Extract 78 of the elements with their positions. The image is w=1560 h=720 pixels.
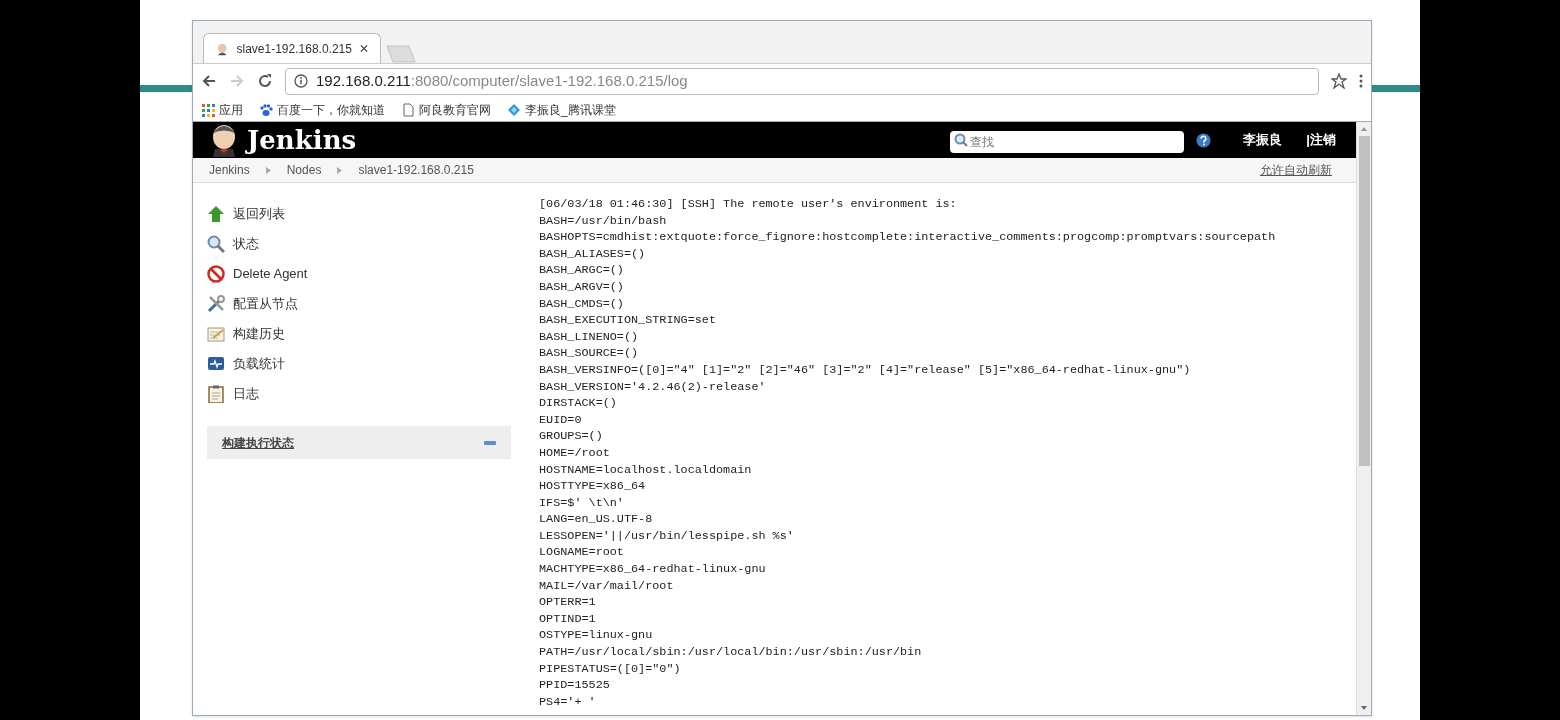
breadcrumb-link[interactable]: slave1-192.168.0.215	[358, 161, 474, 179]
no-entry-icon	[207, 265, 225, 283]
sidebar-link[interactable]: 状态	[207, 229, 523, 259]
scroll-down-icon[interactable]	[1360, 705, 1368, 711]
browser-tab[interactable]: slave1-192.168.0.215	[203, 33, 381, 63]
sidebar-link[interactable]: 配置从节点	[207, 289, 523, 319]
breadcrumb-link[interactable]: Nodes	[286, 161, 322, 179]
sidebar-link[interactable]: 负载统计	[207, 349, 523, 379]
log-line: DIRSTACK=()	[539, 395, 618, 412]
search-icon	[954, 133, 969, 147]
sidebar-link[interactable]: 日志	[207, 379, 523, 409]
log-line: BASH_LINENO=()	[539, 328, 640, 346]
log-line: HOSTTYPE=x86_64	[539, 478, 647, 495]
log-line: IFS=$' \t\n'	[539, 494, 625, 512]
apps-grid-icon	[201, 102, 215, 117]
log-line: HOSTNAME=localhost.localdomain	[539, 461, 753, 479]
star-icon[interactable]	[1331, 73, 1347, 89]
log-line: BASH_VERSION='4.2.46(2)-release'	[539, 378, 767, 396]
log-line: GROUPS=()	[539, 428, 604, 445]
paw-icon	[259, 102, 273, 117]
log-line: LANG=en_US.UTF-8	[539, 511, 654, 528]
butler-favicon-icon	[216, 41, 229, 56]
log-line: BASH_SOURCE=()	[539, 345, 640, 362]
back-icon[interactable]	[201, 73, 217, 89]
chevron-icon	[265, 166, 271, 174]
user-link[interactable]: 李振良	[1243, 130, 1283, 150]
bookmark-link[interactable]: 李振良_腾讯课堂	[507, 100, 616, 119]
sidebar-link[interactable]: Delete Agent	[207, 259, 523, 289]
log-line: PPID=15525	[539, 677, 611, 694]
log-line: OPTIND=1	[539, 610, 597, 628]
search-field[interactable]: 查找	[950, 131, 1185, 153]
log-line: BASH_ARGV=()	[539, 278, 625, 296]
log-line: BASHOPTS=cmdhist:extquote:force_fignore:hostcomplete:interactive_comments:progcomp:promptvars:sourcepath	[539, 229, 1276, 246]
monitor-icon	[207, 355, 225, 373]
logout-link[interactable]: |注销	[1306, 130, 1336, 150]
log-line: PS4='+ '	[539, 693, 597, 711]
log-line: HOME=/root	[539, 444, 611, 462]
log-line: PIPESTATUS=([0]="0")	[539, 660, 682, 678]
collapse-icon[interactable]	[484, 439, 496, 446]
log-line: BASH_VERSINFO=([0]="4" [1]="2" [2]="46" [3]="2" [4]="release" [5]="x86_64-redhat-linux-gnu")	[539, 361, 1192, 379]
magnifier-icon	[207, 235, 225, 253]
log-line: [06/03/18 01:46:30] [SSH] The remote user's environment is:	[539, 196, 958, 213]
scrollbar[interactable]	[1356, 122, 1371, 715]
reload-icon[interactable]	[257, 73, 273, 89]
log-line: LOGNAME=root	[539, 544, 625, 562]
bookmark-link[interactable]: 百度一下，你就知道	[259, 100, 385, 119]
auto-refresh-link[interactable]: 允许自动刷新	[1260, 161, 1332, 179]
clipboard-icon	[207, 385, 225, 403]
chevron-icon	[337, 166, 343, 174]
up-arrow-icon	[207, 205, 225, 223]
page-icon	[401, 102, 415, 117]
log-line: BASH_CMDS=()	[539, 295, 625, 313]
log-line: OSTYPE=linux-gnu	[539, 627, 654, 645]
log-line: BASH_ARGC=()	[539, 262, 625, 279]
close-icon[interactable]	[359, 44, 368, 53]
menu-icon[interactable]	[1359, 74, 1363, 88]
breadcrumb-link[interactable]: Jenkins	[209, 161, 250, 179]
jenkins-logo-text[interactable]: Jenkins	[247, 120, 357, 160]
log-line: BASH_EXECUTION_STRING=set	[539, 312, 717, 329]
sidebar-link[interactable]: 返回列表	[207, 199, 523, 229]
log-line: MACHTYPE=x86_64-redhat-linux-gnu	[539, 561, 767, 578]
tools-icon	[207, 295, 225, 313]
log-line: MAIL=/var/mail/root	[539, 577, 675, 595]
panel-title-link[interactable]: 构建执行状态	[222, 433, 294, 452]
notepad-icon	[207, 325, 225, 343]
log-line: PATH=/usr/local/sbin:/usr/local/bin:/usr/sbin:/usr/bin	[539, 644, 923, 661]
log-line: EUID=0	[539, 411, 583, 429]
log-line: BASH=/usr/bin/bash	[539, 212, 668, 230]
bookmark-link[interactable]: 阿良教育官网	[401, 100, 491, 119]
sidebar-link[interactable]: 构建历史	[207, 319, 523, 349]
log-line: BASH_ALIASES=()	[539, 245, 647, 263]
log-line: OPTERR=1	[539, 594, 597, 611]
help-icon[interactable]	[1196, 132, 1212, 148]
info-icon	[294, 74, 308, 88]
bookmark-link[interactable]: 应用	[201, 100, 243, 119]
diamond-icon	[507, 102, 521, 117]
address-field[interactable]: 192.168.0.211:8080/computer/slave1-192.168.0.215/log	[285, 67, 1319, 95]
log-line: LESSOPEN='||/usr/bin/lesspipe.sh %s'	[539, 527, 795, 545]
